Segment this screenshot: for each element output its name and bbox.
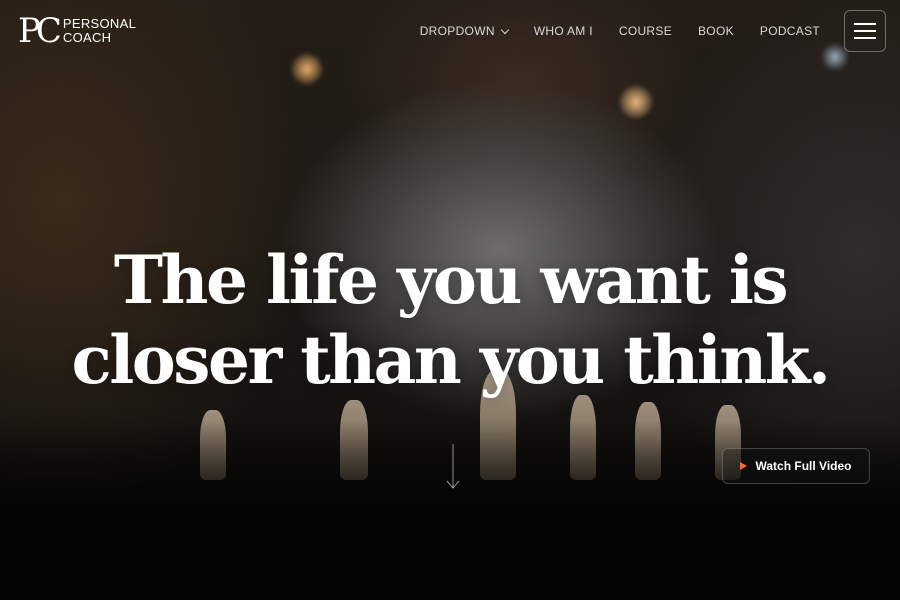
nav-item-label: BOOK [698, 24, 734, 38]
headline-line-2: closer than you think. [71, 321, 831, 400]
nav-item-book[interactable]: BOOK [698, 24, 734, 38]
main-nav: DROPDOWN WHO AM I COURSE BOOK PODCAST [394, 24, 820, 38]
headline-line-1: The life you want is [113, 241, 789, 320]
brand-logo[interactable]: PC PERSONAL COACH [18, 14, 136, 48]
nav-item-dropdown[interactable]: DROPDOWN [419, 24, 510, 38]
hero-headline: The life you want is closer than you thi… [0, 240, 900, 400]
logo-text-line2: COACH [62, 30, 112, 45]
watch-full-video-button[interactable]: Watch Full Video [722, 448, 870, 484]
nav-item-course[interactable]: COURSE [619, 24, 672, 38]
logo-mark: PC [18, 11, 62, 51]
nav-item-label: COURSE [618, 24, 672, 38]
watch-button-label: Watch Full Video [755, 459, 852, 473]
nav-item-podcast[interactable]: PODCAST [760, 24, 820, 38]
play-icon [740, 462, 748, 470]
arrow-down-icon[interactable] [446, 444, 460, 490]
bokeh-light [292, 54, 322, 84]
menu-button[interactable] [844, 10, 886, 52]
bokeh-light [620, 86, 652, 118]
nav-item-who-am-i[interactable]: WHO AM I [534, 24, 593, 38]
hamburger-icon [854, 23, 876, 25]
nav-item-label: DROPDOWN [419, 24, 495, 38]
chevron-down-icon [500, 25, 510, 34]
nav-item-label: PODCAST [759, 24, 820, 38]
nav-item-label: WHO AM I [533, 24, 593, 38]
logo-text: PERSONAL COACH [63, 17, 136, 45]
logo-text-line1: PERSONAL [62, 16, 137, 31]
